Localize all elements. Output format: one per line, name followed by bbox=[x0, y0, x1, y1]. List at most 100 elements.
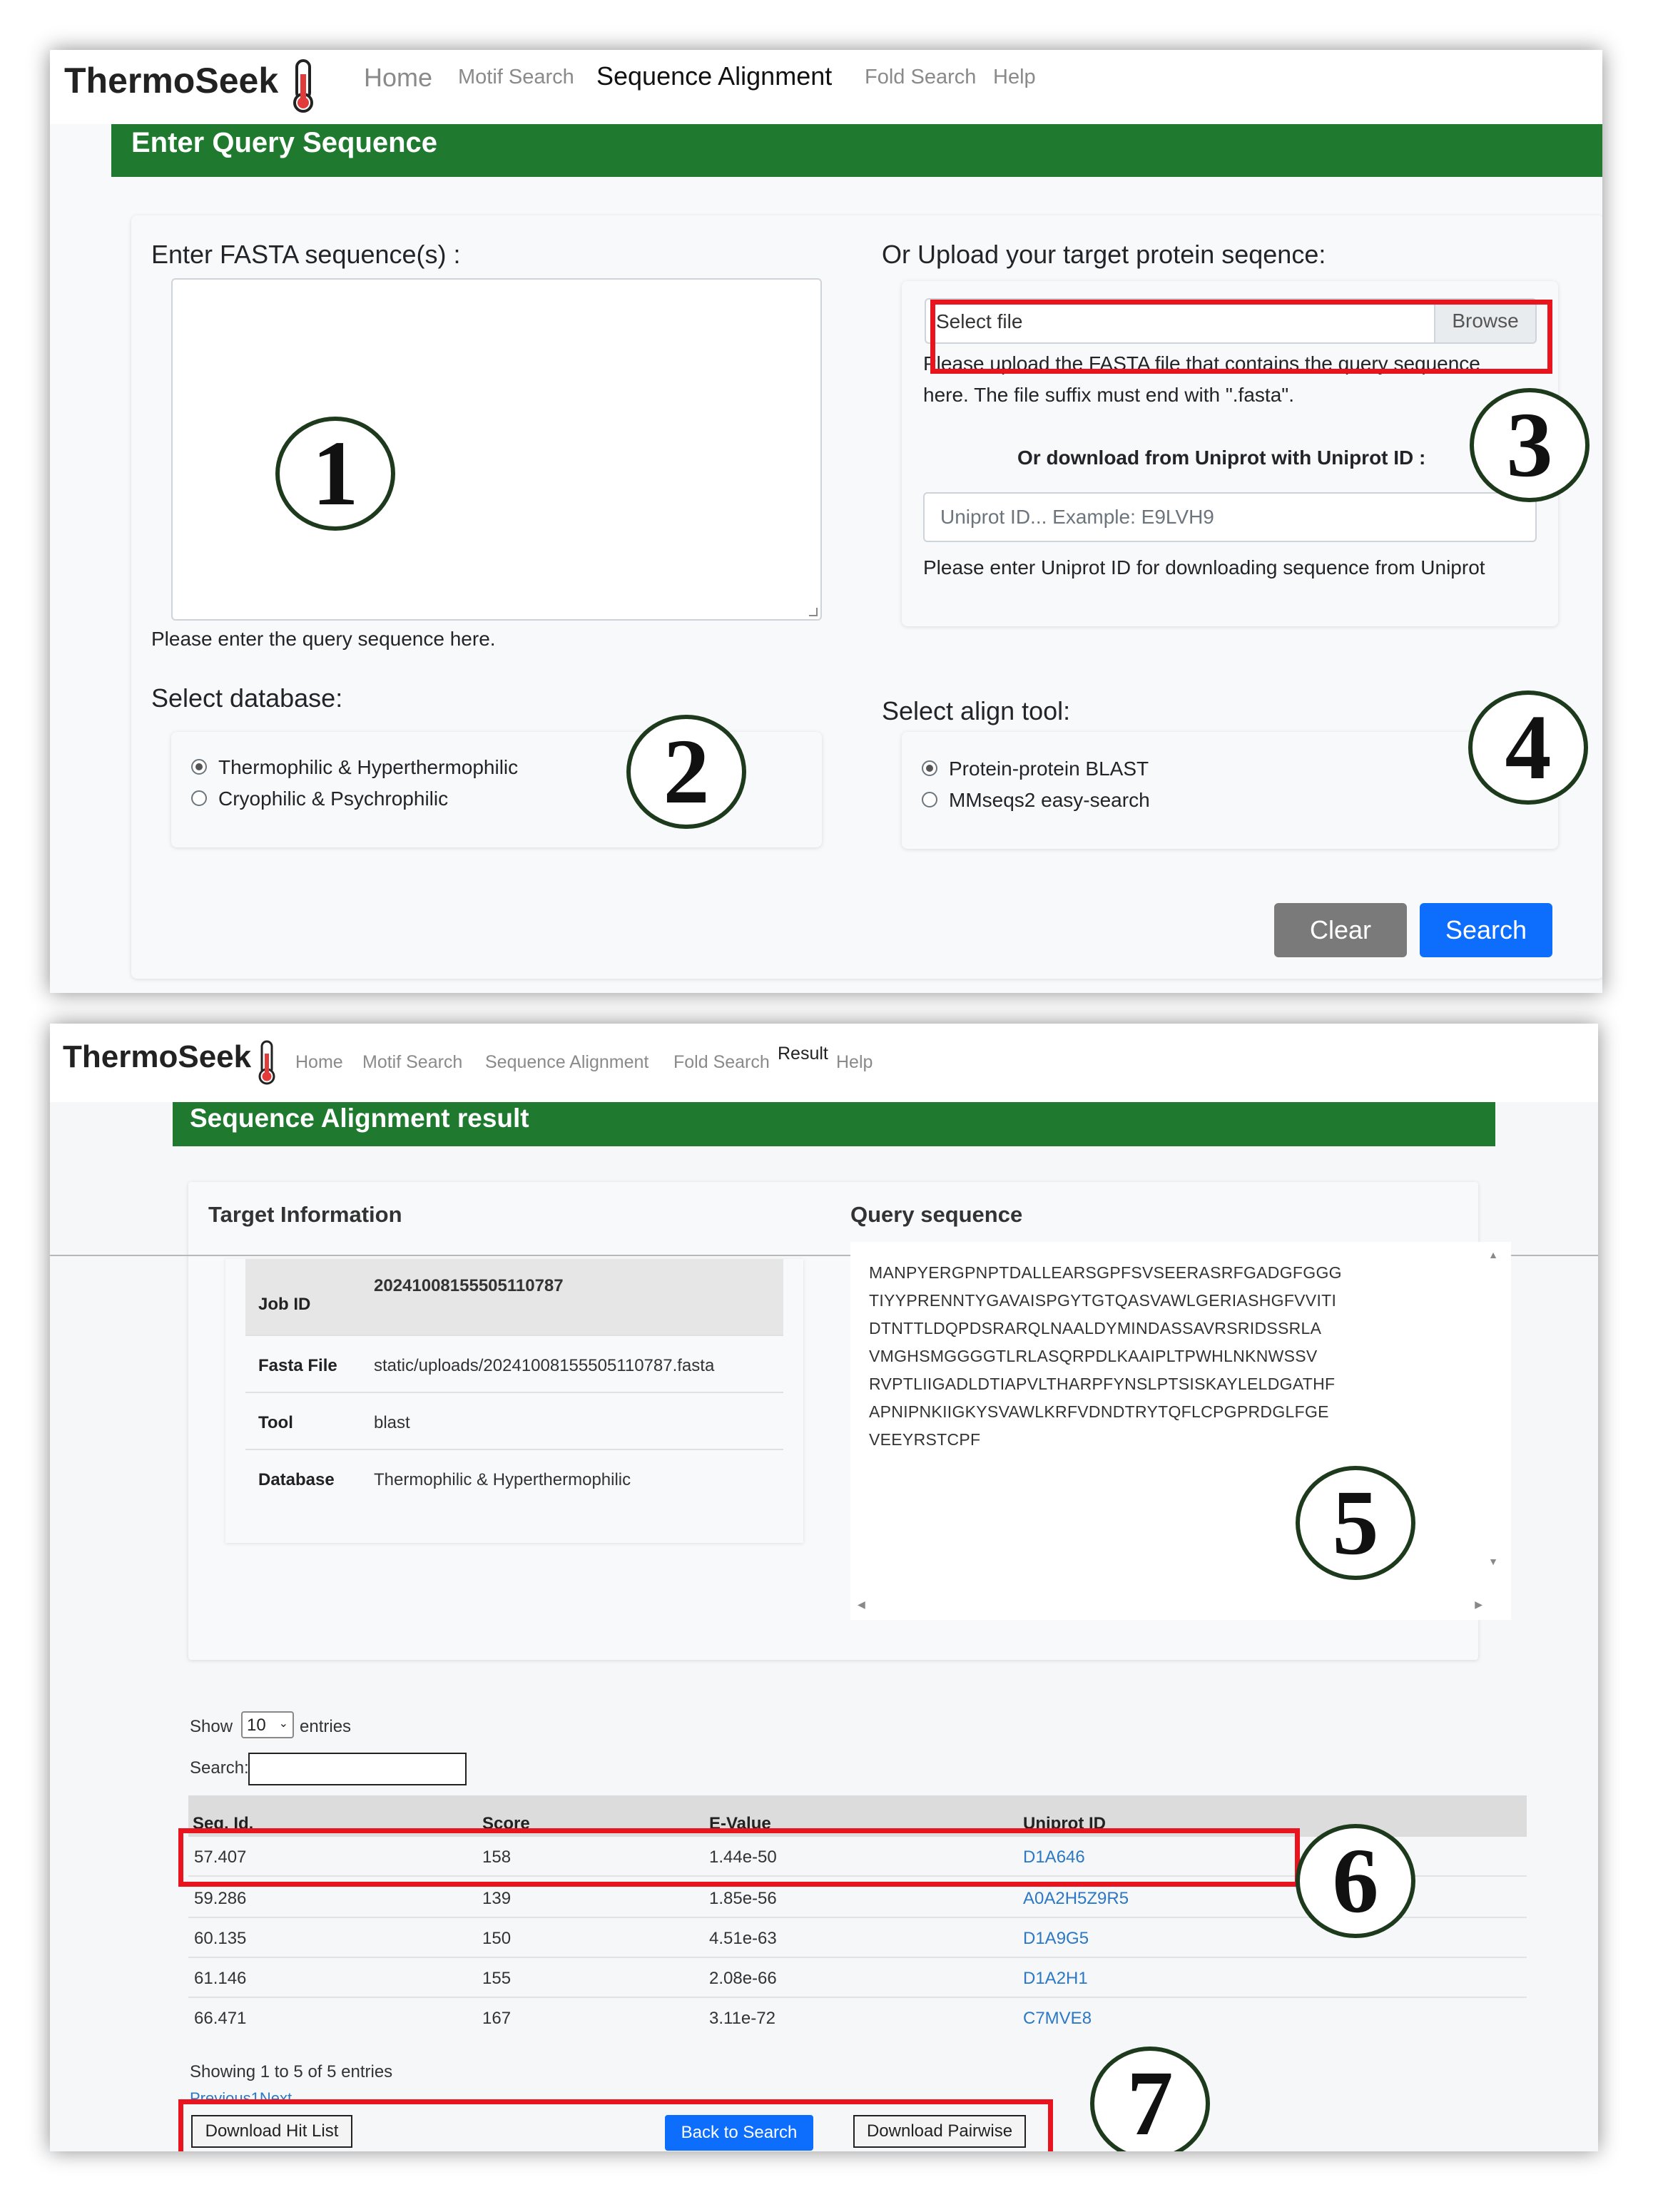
info-row-fasta-file: Fasta File static/uploads/20241008155505… bbox=[245, 1336, 783, 1393]
upload-label: Or Upload your target protein seqence: bbox=[882, 240, 1326, 269]
cell-evalue: 1.85e-56 bbox=[709, 1889, 777, 1908]
table-row: 66.471 167 3.11e-72 C7MVE8 bbox=[188, 1998, 1527, 2038]
scroll-down-arrow-icon[interactable]: ▼ bbox=[1488, 1556, 1498, 1567]
info-row-job-id: Job ID 20241008155505110787 bbox=[245, 1259, 783, 1336]
info-value: Thermophilic & Hyperthermophilic bbox=[374, 1470, 631, 1489]
scroll-right-arrow-icon[interactable]: ▶ bbox=[1475, 1599, 1482, 1611]
highlight-box-6 bbox=[178, 1828, 1300, 1887]
nav-help[interactable]: Help bbox=[836, 1052, 873, 1073]
cell-score: 139 bbox=[482, 1889, 512, 1908]
nav-motif-search[interactable]: Motif Search bbox=[458, 66, 574, 89]
search-button[interactable]: Search bbox=[1420, 903, 1552, 957]
uniprot-hint: Please enter Uniprot ID for downloading … bbox=[923, 556, 1485, 579]
page-length-select[interactable]: 10 ⌄ bbox=[241, 1711, 294, 1738]
nav-sequence-alignment[interactable]: Sequence Alignment bbox=[485, 1052, 649, 1073]
nav-home[interactable]: Home bbox=[364, 63, 432, 93]
annotation-circle-1: 1 bbox=[275, 417, 395, 531]
cell-uniprot-link[interactable]: D1A2H1 bbox=[1023, 1969, 1088, 1989]
upload-hint-line2: here. The file suffix must end with ".fa… bbox=[923, 384, 1294, 406]
db-option-thermophilic[interactable]: Thermophilic & Hyperthermophilic bbox=[218, 756, 518, 779]
tool-option-blast[interactable]: Protein-protein BLAST bbox=[949, 758, 1149, 780]
query-form-screenshot: ThermoSeek Home Motif Search Sequence Al… bbox=[50, 50, 1602, 993]
annotation-circle-2: 2 bbox=[626, 715, 746, 829]
sequence-line: RVPTLIIGADLDTIAPVLTHARPFYNSLPTSISKAYLELD… bbox=[869, 1375, 1336, 1393]
annotation-circle-5: 5 bbox=[1296, 1466, 1415, 1580]
scroll-left-arrow-icon[interactable]: ◀ bbox=[858, 1599, 865, 1611]
chevron-down-icon: ⌄ bbox=[278, 1718, 288, 1730]
showing-entries-text: Showing 1 to 5 of 5 entries bbox=[190, 2062, 393, 2081]
query-sequence-box[interactable]: MANPYERGPNPTDALLEARSGPFSVSEERASRFGADGFGG… bbox=[850, 1242, 1511, 1620]
uniprot-input[interactable]: Uniprot ID... Example: E9LVH9 bbox=[923, 492, 1537, 542]
info-value: 20241008155505110787 bbox=[374, 1276, 564, 1295]
page-banner: Enter Query Sequence bbox=[111, 124, 1602, 177]
sequence-line: MANPYERGPNPTDALLEARSGPFSVSEERASRFGADGFGG… bbox=[869, 1263, 1342, 1282]
result-screenshot: ThermoSeek Home Motif Search Sequence Al… bbox=[50, 1024, 1598, 2151]
cell-evalue: 3.11e-72 bbox=[709, 2009, 775, 2028]
nav-help[interactable]: Help bbox=[993, 66, 1036, 89]
tool-radio-blast[interactable] bbox=[922, 760, 937, 776]
db-option-cryophilic[interactable]: Cryophilic & Psychrophilic bbox=[218, 788, 448, 810]
banner-title: Sequence Alignment result bbox=[190, 1104, 529, 1133]
info-row-database: Database Thermophilic & Hyperthermophili… bbox=[245, 1450, 783, 1507]
annotation-circle-4: 4 bbox=[1468, 690, 1588, 805]
sequence-line: DTNTTLDQPDSRARQLNAALDYMINDASSAVRSRIDSSRL… bbox=[869, 1319, 1322, 1337]
fasta-label: Enter FASTA sequence(s) : bbox=[151, 240, 461, 269]
db-radio-cryophilic[interactable] bbox=[191, 790, 207, 806]
nav-result[interactable]: Result bbox=[778, 1044, 828, 1064]
sequence-line: APNIPNKIIGKYSVAWLKRFVDNDTRYTQFLCPGPRDGLF… bbox=[869, 1402, 1329, 1421]
banner-title: Enter Query Sequence bbox=[131, 127, 438, 158]
cell-score: 155 bbox=[482, 1969, 512, 1988]
scroll-up-arrow-icon[interactable]: ▲ bbox=[1488, 1249, 1498, 1260]
resize-grip-icon[interactable] bbox=[809, 608, 818, 616]
sequence-line: VEEYRSTCPF bbox=[869, 1430, 981, 1449]
cell-seq-id: 66.471 bbox=[194, 2009, 247, 2028]
nav-fold-search[interactable]: Fold Search bbox=[865, 66, 976, 89]
annotation-circle-6: 6 bbox=[1296, 1824, 1415, 1938]
info-key: Database bbox=[258, 1470, 335, 1489]
nav-home[interactable]: Home bbox=[295, 1052, 343, 1073]
thermometer-icon bbox=[258, 1040, 275, 1085]
cell-seq-id: 59.286 bbox=[194, 1889, 247, 1908]
highlight-box-3 bbox=[930, 300, 1552, 374]
cell-evalue: 2.08e-66 bbox=[709, 1969, 777, 1988]
align-tool-label: Select align tool: bbox=[882, 696, 1071, 725]
nav-fold-search[interactable]: Fold Search bbox=[673, 1052, 770, 1073]
cell-uniprot-link[interactable]: C7MVE8 bbox=[1023, 2009, 1092, 2029]
table-search-label: Search: bbox=[190, 1758, 249, 1778]
sequence-line: TIYYPRENNTYGAVAISPGYTGTQASVAWLGERIASHGFV… bbox=[869, 1291, 1337, 1310]
fasta-textarea[interactable] bbox=[171, 278, 822, 621]
cell-seq-id: 61.146 bbox=[194, 1969, 247, 1988]
database-label: Select database: bbox=[151, 683, 343, 713]
uniprot-label: Or download from Uniprot with Uniprot ID… bbox=[1017, 447, 1426, 469]
tool-option-mmseqs2[interactable]: MMseqs2 easy-search bbox=[949, 789, 1150, 812]
brand-logo[interactable]: ThermoSeek bbox=[63, 1039, 251, 1075]
info-row-tool: Tool blast bbox=[245, 1393, 783, 1450]
table-row: 61.146 155 2.08e-66 D1A2H1 bbox=[188, 1958, 1527, 1998]
navbar: ThermoSeek Home Motif Search Sequence Al… bbox=[50, 1024, 1598, 1102]
info-key: Fasta File bbox=[258, 1356, 337, 1375]
clear-button[interactable]: Clear bbox=[1274, 903, 1407, 957]
info-value: blast bbox=[374, 1413, 410, 1432]
table-search-input[interactable] bbox=[248, 1753, 467, 1785]
sequence-line: VMGHSMGGGGTLRLASQRPDLKAAIPLTPWHLNKNWSSV bbox=[869, 1347, 1318, 1365]
cell-uniprot-link[interactable]: A0A2H5Z9R5 bbox=[1023, 1889, 1129, 1909]
annotation-circle-7: 7 bbox=[1090, 2047, 1210, 2151]
info-key: Tool bbox=[258, 1413, 293, 1432]
info-value: static/uploads/20241008155505110787.fast… bbox=[374, 1356, 715, 1375]
cell-evalue: 4.51e-63 bbox=[709, 1929, 777, 1948]
cell-seq-id: 60.135 bbox=[194, 1929, 247, 1948]
tool-radio-mmseqs2[interactable] bbox=[922, 792, 937, 807]
query-sequence-title: Query sequence bbox=[850, 1202, 1023, 1227]
page-length-value: 10 bbox=[247, 1716, 266, 1735]
nav-sequence-alignment[interactable]: Sequence Alignment bbox=[596, 61, 832, 91]
fasta-hint: Please enter the query sequence here. bbox=[151, 628, 496, 650]
target-info-table: Job ID 20241008155505110787 Fasta File s… bbox=[225, 1259, 803, 1543]
cell-uniprot-link[interactable]: D1A9G5 bbox=[1023, 1929, 1089, 1949]
navbar: ThermoSeek Home Motif Search Sequence Al… bbox=[50, 50, 1602, 124]
db-radio-thermophilic[interactable] bbox=[191, 759, 207, 775]
entries-label: entries bbox=[300, 1717, 352, 1736]
nav-motif-search[interactable]: Motif Search bbox=[362, 1052, 462, 1073]
brand-logo[interactable]: ThermoSeek bbox=[64, 60, 278, 101]
annotation-circle-3: 3 bbox=[1470, 388, 1590, 502]
cell-score: 150 bbox=[482, 1929, 512, 1948]
